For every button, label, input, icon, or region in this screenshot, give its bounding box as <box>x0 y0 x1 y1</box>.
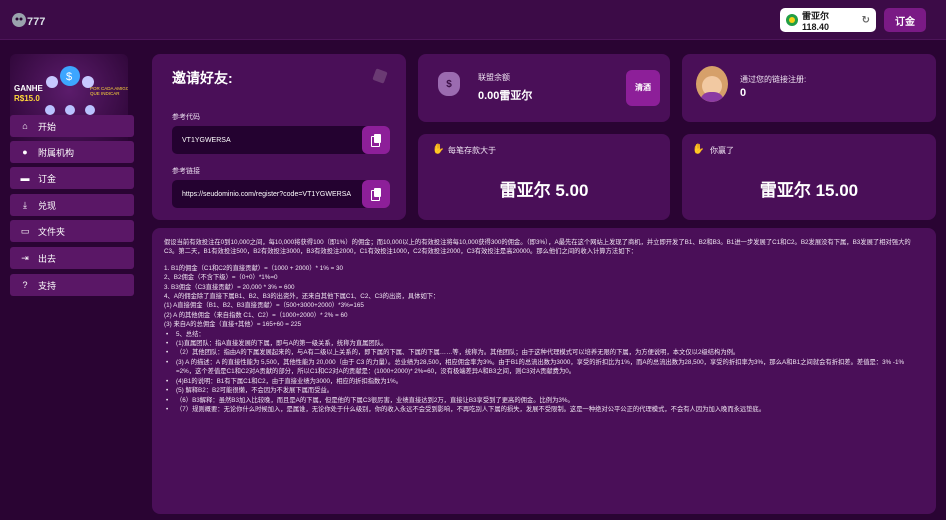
refresh-icon[interactable]: ↻ <box>862 15 870 26</box>
explanation-line: (1) A直接佣金（B1、B2、B3直接贡献）=（500+3000+2000）*… <box>164 302 364 310</box>
promo-ganhe-text: GANHE <box>14 84 43 93</box>
sidebar-item-home[interactable]: ⌂ 开始 <box>10 115 134 137</box>
min-deposit-value: 雷亚尔 5.00 <box>499 181 589 200</box>
sidebar-item-folder[interactable]: ▭ 文件夹 <box>10 220 134 242</box>
explanation-bullet: (5) 解释B2：B2可能很懒，不会因为不发展下属而受益。 <box>164 386 924 396</box>
site-logo[interactable]: 777 <box>10 8 50 32</box>
explanation-bullet: （2）其他团队：指由A的下属发展起来的，与A有二级以上关系的，即下属的下属、下属… <box>164 348 924 358</box>
users-icon: ● <box>22 147 28 157</box>
referral-link-field[interactable]: https://seudominio.com/register?code=VT1… <box>172 180 382 208</box>
explanation-intro: 假设当前有效投注在0到10,000之间，每10,000将获得100（即1%）的佣… <box>164 239 911 256</box>
explanation-bullet: （6）B3解释：虽然B3加入比较晚，而且是A的下属，但是他的下属C3很厉害，业绩… <box>164 396 924 406</box>
sidebar-item-support[interactable]: ? 支持 <box>10 274 134 296</box>
explanation-bullet: (4)B1的说明：B1有下属C1和C2，由于直接业绩为3000，相应的折扣指数为… <box>164 377 924 387</box>
alliance-balance-label: 联盟余额 <box>478 73 510 82</box>
explanation-bullet: (1)直属团队：指A直接发展的下属，即与A的第一级关系，统称为直属团队。 <box>164 339 924 349</box>
explanation-line: (2) A 的其他佣金（来自指数 C1、C2）=（1000+2000）* 2% … <box>164 311 348 319</box>
copy-code-button[interactable] <box>362 126 390 154</box>
explanation-bullet: (3) A 的描述：A 的直接性能为 5,500，其他性能为 20,000（由于… <box>164 358 924 377</box>
logout-icon: ⇥ <box>21 252 29 263</box>
promo-amount-text: R$15.0 <box>14 94 40 103</box>
reward-card: ✋ 你赢了 雷亚尔 15.00 <box>682 134 936 220</box>
top-header: 777 雷亚尔 118.40 ↻ 订金 <box>0 0 946 40</box>
sidebar-item-label: 订金 <box>38 173 57 184</box>
sidebar-item-label: 支持 <box>38 280 57 291</box>
svg-text:$: $ <box>66 71 72 83</box>
alliance-balance-value: 0.00雷亚尔 <box>478 90 533 102</box>
sidebar-item-withdraw[interactable]: ⤓ 兑现 <box>10 194 134 216</box>
home-icon: ⌂ <box>22 121 28 131</box>
invite-card: 邀请好友: 参考代码 VT1YGWERSA 参考链接 https://seudo… <box>152 54 406 220</box>
explanation-line: 2、B2佣金（不含下级）=（0+0）*1%=0 <box>164 274 278 282</box>
reward-label: 你赢了 <box>710 146 734 155</box>
sidebar-item-label: 文件夹 <box>38 226 66 237</box>
sidebar-item-affiliates[interactable]: ● 附属机构 <box>10 141 134 163</box>
referral-code-label: 参考代码 <box>172 114 200 121</box>
sidebar-item-label: 开始 <box>38 121 57 132</box>
avatar-icon <box>696 66 728 102</box>
min-deposit-card: ✋ 每笔存款大于 雷亚尔 5.00 <box>418 134 670 220</box>
wallet-icon: ▬ <box>20 173 30 183</box>
support-icon: ? <box>22 280 28 290</box>
withdraw-icon: ⤓ <box>23 199 27 210</box>
money-bag-icon: $ <box>438 72 460 96</box>
referral-code-field[interactable]: VT1YGWERSA <box>172 126 382 154</box>
explanation-line: (3) 来自A的总佣金（直接+其他）= 165+60 = 225 <box>164 321 302 329</box>
sidebar-item-label: 出去 <box>38 253 57 264</box>
registered-label: 通过您的链接注册: <box>740 75 807 84</box>
explanation-line: 3. B3佣金（C3直接贡献）= 20,000 * 3% = 600 <box>164 283 295 291</box>
brazil-flag-icon <box>786 14 798 26</box>
hand-coin-icon: ✋ <box>432 144 445 155</box>
folder-icon: ▭ <box>20 225 30 236</box>
svg-text:777: 777 <box>27 16 45 28</box>
balance-amount: 雷亚尔 118.40 <box>802 10 830 32</box>
explanation-line: 1. B1的佣金（C1和C2的直接贡献）=（1000 + 2000）* 1% =… <box>164 264 344 272</box>
reward-value: 雷亚尔 15.00 <box>759 181 859 200</box>
sidebar-item-deposit[interactable]: ▬ 订金 <box>10 167 134 189</box>
hand-coin-icon: ✋ <box>692 144 705 155</box>
registered-card: 通过您的链接注册: 0 <box>682 54 936 122</box>
sidebar-item-label: 附属机构 <box>38 147 75 158</box>
copy-icon <box>371 134 381 147</box>
referral-link-label: 参考链接 <box>172 168 200 175</box>
explanation-bullet: 5、总结： <box>164 330 924 340</box>
claim-button[interactable]: 清酒 <box>626 70 660 106</box>
copy-icon <box>371 188 381 201</box>
registered-value: 0 <box>740 87 747 99</box>
sidebar-item-logout[interactable]: ⇥ 出去 <box>10 247 134 269</box>
explanation-bullet: （7）规则概要：无论你什么时候加入，是属谁，无论你处于什么级别，你的收入永远不会… <box>164 405 924 415</box>
decorative-icon <box>372 68 388 84</box>
sidebar-item-label: 兑现 <box>38 200 57 211</box>
commission-explanation: 假设当前有效投注在0到10,000之间，每10,000将获得100（即1%）的佣… <box>152 228 936 514</box>
min-deposit-label: 每笔存款大于 <box>448 146 496 155</box>
promo-sub-text: POR CADA AMIGO QUE INDICAR <box>90 86 128 96</box>
explanation-line: 4、A的佣金除了直接下属B1、B2、B3的出资外，还来自其他下属C1、C2、C3… <box>164 293 440 301</box>
copy-link-button[interactable] <box>362 180 390 208</box>
invite-title: 邀请好友: <box>172 70 233 86</box>
deposit-button[interactable]: 订金 <box>884 8 926 32</box>
alliance-balance-card: $ 联盟余额 0.00雷亚尔 清酒 <box>418 54 670 122</box>
sidebar: $ GANHE R$15.0 POR CADA AMIGO QUE INDICA… <box>0 40 140 520</box>
balance-pill[interactable]: 雷亚尔 118.40 ↻ <box>780 8 876 32</box>
